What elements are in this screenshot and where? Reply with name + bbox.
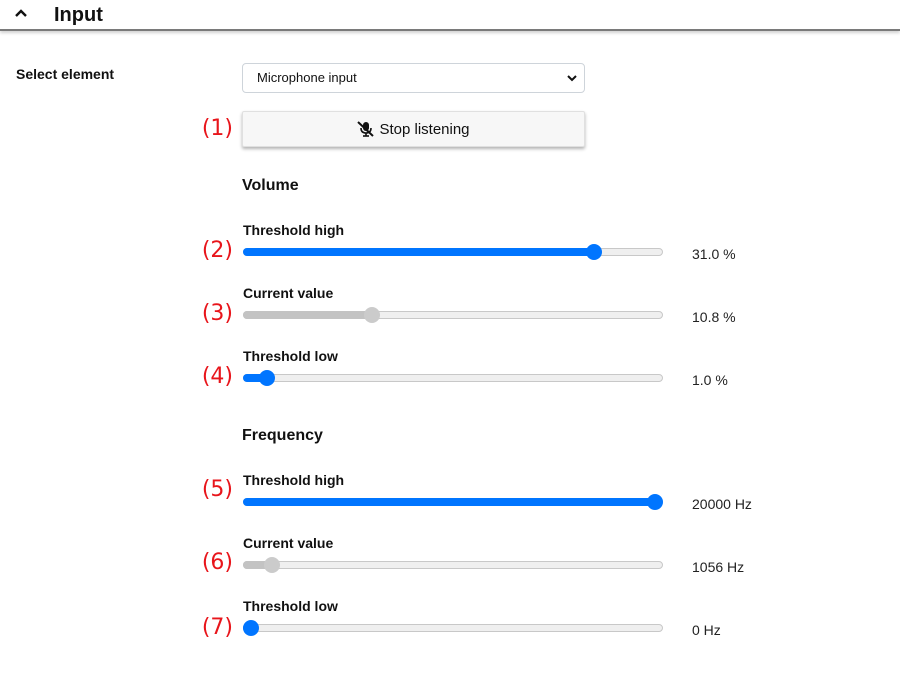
volume-heading: Volume [242,177,299,194]
frequency-threshold-high-value: 20000 Hz [692,496,752,512]
slider-fill [243,311,373,319]
chevron-down-icon [567,75,577,82]
slider-thumb[interactable] [243,620,259,636]
slider-fill [243,498,655,506]
element-select[interactable]: Microphone input [242,63,585,93]
slider-thumb [364,307,381,323]
slider-fill [243,248,595,256]
frequency-current-value-label: Current value [243,535,334,551]
volume-threshold-low-slider[interactable] [243,370,663,386]
volume-threshold-high-label: Threshold high [243,222,345,238]
volume-threshold-low-value: 1.0 % [692,372,728,388]
annotation-marker-2: (2) [201,238,233,263]
volume-current-value-value: 10.8 % [692,309,736,325]
slider-track [243,561,663,569]
slider-thumb[interactable] [259,370,276,386]
annotation-marker-1: (1) [201,116,233,141]
slider-thumb[interactable] [647,494,663,510]
slider-track [243,374,663,382]
volume-current-value-label: Current value [243,285,334,301]
stop-listening-button[interactable]: Stop listening [242,111,585,147]
section-title: Input [54,4,103,26]
slider-thumb [264,557,281,573]
volume-threshold-low-label: Threshold low [243,348,338,364]
annotation-marker-6: (6) [201,550,233,575]
frequency-threshold-low-slider[interactable] [243,620,663,636]
frequency-threshold-high-label: Threshold high [243,472,345,488]
slider-track [243,624,663,632]
annotation-marker-7: (7) [201,615,233,640]
frequency-threshold-low-value: 0 Hz [692,622,721,638]
annotation-marker-4: (4) [201,364,233,389]
microphone-slash-icon [357,121,375,137]
annotation-marker-5: (5) [201,477,233,502]
frequency-threshold-low-label: Threshold low [243,598,338,614]
section-header[interactable]: Input [0,0,900,31]
frequency-threshold-high-slider[interactable] [243,494,663,510]
annotation-marker-3: (3) [201,301,233,326]
frequency-heading: Frequency [242,427,323,444]
select-element-label: Select element [16,66,115,82]
element-select-value: Microphone input [257,70,357,85]
stop-listening-label: Stop listening [379,120,470,138]
frequency-current-value-slider [243,557,663,573]
volume-threshold-high-value: 31.0 % [692,246,736,262]
frequency-current-value-value: 1056 Hz [692,559,745,575]
volume-threshold-high-slider[interactable] [243,244,663,260]
slider-thumb[interactable] [586,244,603,260]
volume-current-value-slider [243,307,663,323]
chevron-up-icon[interactable] [14,6,28,20]
